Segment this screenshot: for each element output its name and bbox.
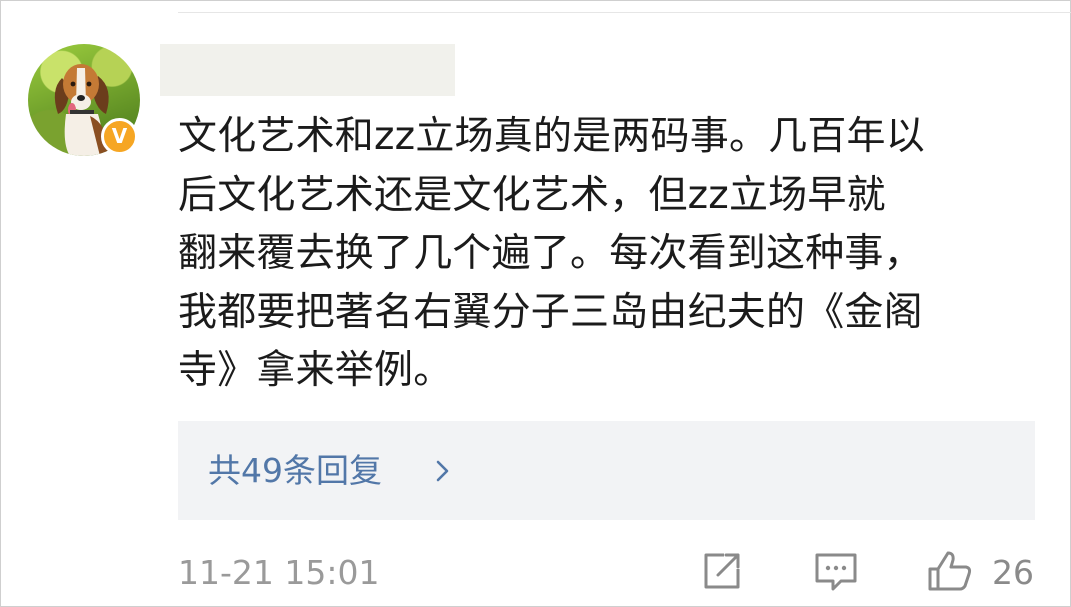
comment-line: 我都要把著名右翼分子三岛由纪夫的《金阁 bbox=[178, 289, 923, 335]
chevron-right-icon bbox=[436, 460, 449, 482]
verified-badge-icon: V bbox=[101, 118, 138, 155]
comment-icon[interactable] bbox=[813, 549, 859, 593]
comment-line: 翻来覆去换了几个遍了。每次看到这种事， bbox=[178, 231, 923, 276]
comment-text: 文化艺术和zz立场真的是两码事。几百年以 后文化艺术还是文化艺术，但zz立场早就… bbox=[178, 108, 1048, 401]
comment-line: 寺》拿来举例。 bbox=[178, 348, 453, 393]
share-icon[interactable] bbox=[700, 549, 744, 593]
comment-timestamp: 11-21 15:01 bbox=[178, 553, 380, 592]
replies-panel[interactable]: 共49条回复 bbox=[178, 421, 1035, 520]
divider bbox=[178, 12, 1071, 13]
username-redacted[interactable] bbox=[160, 44, 455, 96]
like-count: 26 bbox=[992, 553, 1034, 592]
comment-line: 后文化艺术还是文化艺术，但zz立场早就 bbox=[178, 172, 886, 218]
thumbs-up-icon[interactable] bbox=[926, 549, 974, 593]
comment-line: 文化艺术和zz立场真的是两码事。几百年以 bbox=[178, 114, 925, 159]
view-replies-link[interactable]: 共49条回复 bbox=[208, 451, 382, 491]
